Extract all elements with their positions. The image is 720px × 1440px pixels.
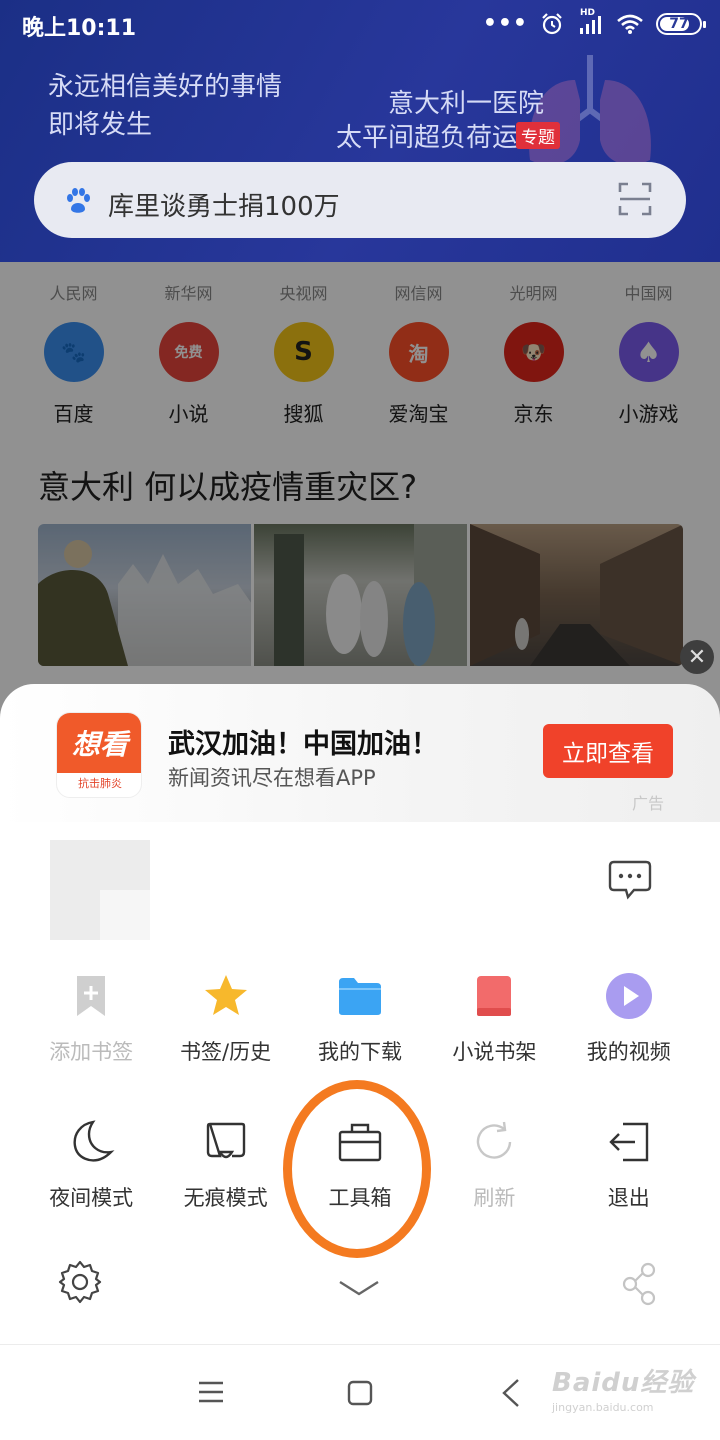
incognito-icon	[206, 1122, 245, 1159]
close-ad-button[interactable]: ✕	[680, 640, 714, 674]
ad-logo-sub: 抗击肺炎	[78, 777, 122, 790]
slogan-line-1: 永远相信美好的事情	[48, 72, 283, 102]
my-videos-button[interactable]: 我的视频	[562, 972, 696, 1066]
add-bookmark-button[interactable]: 添加书签	[24, 972, 158, 1066]
star-icon	[204, 975, 247, 1015]
play-icon	[605, 973, 652, 1019]
search-query[interactable]: 库里谈勇士捐100万	[108, 186, 340, 223]
exit-button[interactable]: 退出	[562, 1118, 696, 1212]
menu-label: 书签/历史	[180, 1040, 272, 1064]
bookmark-add-icon	[77, 976, 106, 1016]
refresh-button[interactable]: 刷新	[427, 1118, 561, 1212]
baidu-paw-icon	[67, 188, 90, 213]
watermark-brand: Baidu经验	[552, 1368, 695, 1398]
view-now-button[interactable]: 立即查看	[543, 724, 673, 778]
status-bar: 晚上10:11 ••• HD 77	[0, 0, 720, 50]
battery-level: 77	[669, 16, 689, 32]
battery-icon: 77	[656, 13, 706, 35]
watermark-url: jingyan.baidu.com	[552, 1401, 654, 1414]
avatar[interactable]	[50, 840, 150, 940]
night-mode-button[interactable]: 夜间模式	[24, 1118, 158, 1212]
back-icon[interactable]	[500, 1378, 522, 1408]
more-dots-icon: •••	[482, 11, 528, 36]
folder-icon	[338, 978, 381, 1015]
promo-line-1: 意大利一医院	[387, 89, 544, 119]
signal-icon: HD	[576, 8, 604, 36]
network-type: HD	[580, 8, 596, 18]
bookmarks-history-button[interactable]: 书签/历史	[158, 972, 292, 1066]
wifi-icon	[617, 14, 643, 34]
message-icon[interactable]	[608, 858, 652, 900]
baidu-jingyan-watermark: Baidu经验 jingyan.baidu.com	[552, 1362, 694, 1414]
ad-title: 武汉加油！中国加油！	[168, 729, 438, 760]
menu-label: 刷新	[473, 1186, 516, 1210]
menu-label: 夜间模式	[49, 1186, 134, 1210]
alarm-icon	[542, 13, 562, 35]
menu-label: 我的下载	[317, 1040, 402, 1064]
menu-label: 无痕模式	[183, 1186, 268, 1210]
ad-logo-text: 想看	[57, 713, 141, 773]
highlight-circle-annotation	[283, 1080, 431, 1258]
share-icon[interactable]	[620, 1262, 658, 1306]
menu-icon[interactable]	[198, 1380, 224, 1404]
ad-app-logo[interactable]: 想看 抗击肺炎	[56, 712, 142, 798]
slogan-line-2: 即将发生	[48, 110, 153, 140]
menu-row-shortcuts: 添加书签 书签/历史 我的下载 小说书架 我的视频	[24, 972, 696, 1066]
menu-label: 添加书签	[49, 1040, 134, 1064]
chevron-down-icon[interactable]	[338, 1278, 380, 1298]
novel-bookshelf-button[interactable]: 小说书架	[427, 972, 561, 1066]
incognito-mode-button[interactable]: 无痕模式	[158, 1118, 292, 1212]
exit-icon	[609, 1122, 648, 1162]
settings-gear-icon[interactable]	[58, 1260, 102, 1304]
status-time: 晚上10:11	[22, 16, 137, 41]
hero-promo[interactable]: 意大利一医院 太平间超负荷运转	[336, 88, 544, 153]
menu-label: 退出	[607, 1186, 650, 1210]
menu-label: 我的视频	[586, 1040, 671, 1064]
moon-icon	[73, 1120, 115, 1162]
promo-tag: 专题	[516, 122, 560, 149]
menu-label: 小说书架	[452, 1040, 537, 1064]
ad-label: 广告	[632, 794, 665, 813]
my-downloads-button[interactable]: 我的下载	[293, 972, 427, 1066]
ad-description: 新闻资讯尽在想看APP	[168, 766, 376, 790]
home-icon[interactable]	[347, 1380, 373, 1406]
book-icon	[477, 976, 512, 1016]
promo-line-2: 太平间超负荷运转	[335, 123, 544, 153]
hero-slogan: 永远相信美好的事情 即将发生	[48, 68, 282, 144]
refresh-icon	[477, 1121, 512, 1159]
scan-icon[interactable]	[618, 182, 652, 216]
